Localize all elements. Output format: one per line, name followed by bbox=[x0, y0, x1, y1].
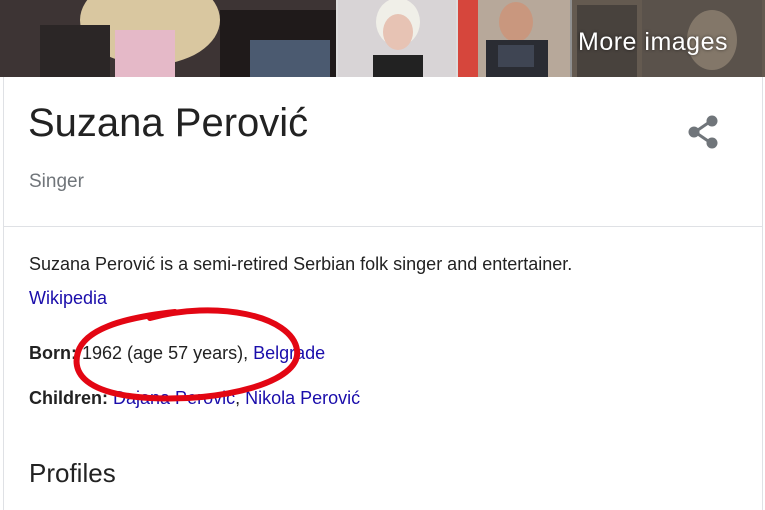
profiles-heading: Profiles bbox=[29, 458, 116, 488]
fact-separator: , bbox=[235, 388, 246, 408]
thumbnail-photo-3 bbox=[458, 0, 570, 77]
child-link[interactable]: Nikola Perović bbox=[245, 388, 360, 408]
wikipedia-link[interactable]: Wikipedia bbox=[29, 288, 107, 309]
image-thumbnail[interactable] bbox=[458, 0, 570, 77]
image-thumbnail[interactable] bbox=[338, 0, 456, 77]
image-thumbnail[interactable] bbox=[0, 0, 336, 77]
fact-born-label: Born: bbox=[29, 343, 77, 363]
section-divider bbox=[3, 226, 763, 227]
more-images-link[interactable]: More images bbox=[578, 28, 728, 57]
fact-born-value: 1962 (age 57 years), bbox=[77, 343, 254, 363]
fact-born: Born: 1962 (age 57 years), Belgrade bbox=[29, 343, 325, 364]
share-icon bbox=[688, 115, 718, 149]
thumbnail-photo-1 bbox=[0, 0, 336, 77]
thumbnail-photo-2 bbox=[338, 0, 456, 77]
image-strip: More images bbox=[0, 0, 765, 77]
entity-title: Suzana Perović bbox=[28, 101, 309, 145]
entity-subtitle: Singer bbox=[29, 171, 84, 192]
child-link[interactable]: Dajana Perović bbox=[113, 388, 235, 408]
fact-children-label: Children: bbox=[29, 388, 108, 408]
share-button[interactable] bbox=[684, 113, 724, 151]
entity-description: Suzana Perović is a semi-retired Serbian… bbox=[29, 254, 573, 274]
fact-children: Children: Dajana Perović, Nikola Perović bbox=[29, 388, 360, 409]
birthplace-link[interactable]: Belgrade bbox=[253, 343, 325, 363]
